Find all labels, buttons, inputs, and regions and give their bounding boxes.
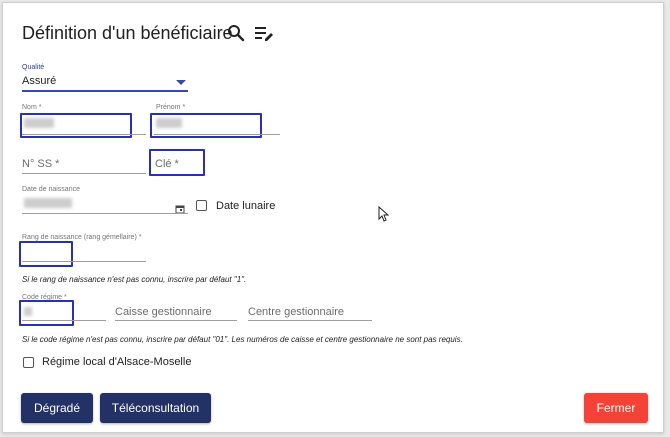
teleconsultation-button[interactable]: Téléconsultation [100,393,211,423]
rang-input[interactable] [19,241,73,267]
alsace-label: Régime local d'Alsace-Moselle [42,356,192,368]
centre-input[interactable]: Centre gestionnaire [248,306,344,318]
qualite-underline [22,90,188,92]
caisse-input[interactable]: Caisse gestionnaire [115,306,212,318]
degrade-button[interactable]: Dégradé [21,393,93,423]
date-lunaire-label: Date lunaire [216,200,276,212]
nss-underline [22,173,146,174]
calendar-icon[interactable] [175,201,185,219]
qualite-select[interactable]: Assuré [22,75,56,87]
nss-input[interactable]: N° SS * [22,158,59,170]
naissance-value-redacted [24,198,72,208]
nom-underline [22,134,146,135]
regime-input[interactable] [19,300,74,326]
fermer-button[interactable]: Fermer [584,393,648,423]
regime-underline [22,320,106,321]
prenom-underline [154,134,280,135]
chevron-down-icon[interactable] [176,80,186,85]
rang-label: Rang de naissance (rang gémellaire) * [22,234,142,241]
alsace-checkbox[interactable] [23,357,34,368]
edit-list-icon[interactable] [254,24,274,44]
cle-input[interactable] [149,149,205,176]
caisse-underline [115,320,237,321]
rang-underline [22,261,146,262]
date-lunaire-checkbox[interactable] [196,200,207,211]
qualite-label: Qualité [22,64,45,71]
dialog-title: Définition d'un bénéficiaire [22,23,233,43]
regime-hint: Si le code régime n'est pas connu, inscr… [22,335,463,344]
beneficiary-dialog: Définition d'un bénéficiaire Qualité Ass… [2,2,664,433]
centre-underline [248,320,372,321]
nom-label: Nom * [22,104,42,111]
naissance-underline [22,213,188,214]
rang-hint: Si le rang de naissance n'est pas connu,… [22,275,247,284]
mouse-cursor-icon [378,205,390,227]
naissance-label: Date de naissance [22,186,80,193]
prenom-label: Prénom * [156,104,186,111]
search-icon[interactable] [227,24,247,44]
